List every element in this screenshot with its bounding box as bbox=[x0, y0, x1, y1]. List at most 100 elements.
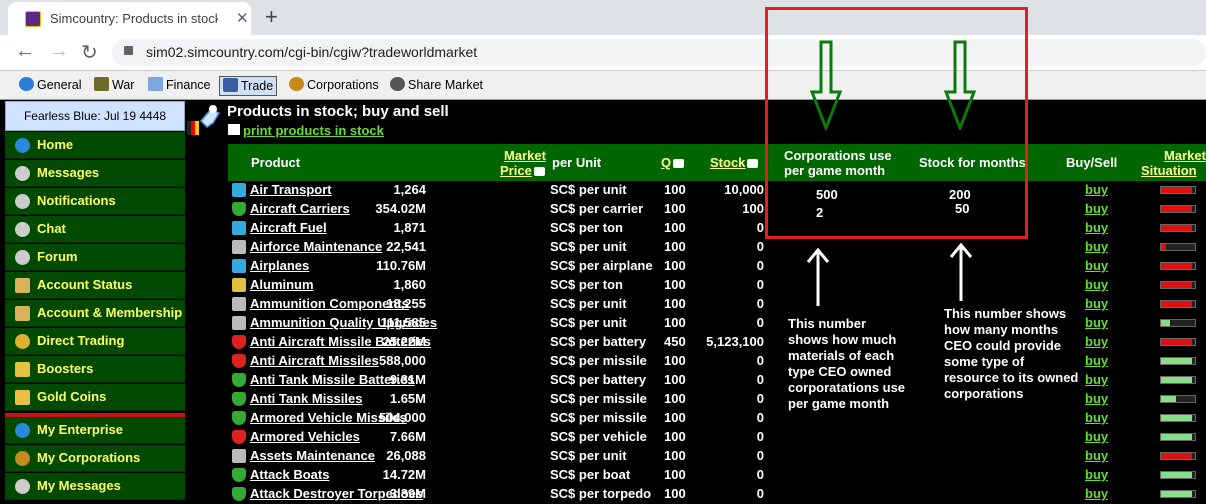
market-situation-bar bbox=[1160, 414, 1196, 422]
sidebar-item-my-enterprise[interactable]: My Enterprise bbox=[5, 417, 185, 444]
globe-icon bbox=[15, 423, 30, 438]
shield-icon bbox=[232, 468, 246, 482]
table-row: Aircraft Fuel 1,871 SC$ per ton 100 0 buy bbox=[228, 219, 1206, 238]
buy-link[interactable]: buy bbox=[1085, 220, 1108, 235]
sidebar-item-label: Account & Membership bbox=[37, 305, 183, 320]
menu-war[interactable]: War bbox=[91, 76, 137, 96]
market-price: 14.72M bbox=[382, 467, 426, 482]
product-name-link[interactable]: Assets Maintenance bbox=[250, 448, 375, 463]
market-situation-fill bbox=[1161, 206, 1192, 212]
sidebar-item-boosters[interactable]: Boosters bbox=[5, 356, 185, 383]
white-up-arrow-icon bbox=[949, 243, 973, 301]
sidebar-item-my-corporations[interactable]: My Corporations bbox=[5, 445, 185, 472]
market-price: 354.02M bbox=[375, 201, 426, 216]
product-name-link[interactable]: Airplanes bbox=[250, 258, 309, 273]
product-name-link[interactable]: Ammunition Components bbox=[250, 296, 409, 311]
buy-link[interactable]: buy bbox=[1085, 372, 1108, 387]
buy-link[interactable]: buy bbox=[1085, 334, 1108, 349]
menu-share-market[interactable]: Share Market bbox=[387, 76, 486, 96]
quality-value: 100 bbox=[664, 353, 686, 368]
close-tab-icon[interactable]: ✕ bbox=[236, 9, 249, 27]
market-price: 1,860 bbox=[393, 277, 426, 292]
forward-arrow-icon[interactable]: → bbox=[49, 40, 69, 63]
trade-logo-icon bbox=[187, 105, 221, 135]
printer-icon bbox=[228, 124, 240, 135]
market-situation-bar bbox=[1160, 262, 1196, 270]
product-name-link[interactable]: Air Transport bbox=[250, 182, 332, 197]
header-market-price-1[interactable]: Market bbox=[504, 148, 546, 163]
game-menubar: General War Finance Trade Corporations S… bbox=[0, 70, 1206, 100]
buy-link[interactable]: buy bbox=[1085, 353, 1108, 368]
url-bar[interactable]: sim02.simcountry.com/cgi-bin/cgiw?tradew… bbox=[112, 39, 1206, 66]
product-name-link[interactable]: Aluminum bbox=[250, 277, 314, 292]
reload-icon[interactable]: ↻ bbox=[81, 40, 98, 65]
table-row: Aluminum 1,860 SC$ per ton 100 0 buy bbox=[228, 276, 1206, 295]
new-tab-icon[interactable]: + bbox=[265, 4, 278, 30]
sidebar-item-gold-coins[interactable]: Gold Coins bbox=[5, 384, 185, 411]
buy-link[interactable]: buy bbox=[1085, 467, 1108, 482]
buy-link[interactable]: buy bbox=[1085, 258, 1108, 273]
table-row: Airforce Maintenance 22,541 SC$ per unit 10… bbox=[228, 238, 1206, 257]
back-arrow-icon[interactable]: ← bbox=[15, 40, 35, 63]
market-situation-fill bbox=[1161, 187, 1192, 193]
product-name-link[interactable]: Anti Tank Missiles bbox=[250, 391, 362, 406]
sidebar-item-messages[interactable]: Messages bbox=[5, 160, 185, 187]
shield-red-icon bbox=[232, 335, 246, 349]
market-price: 3.39M bbox=[389, 486, 426, 501]
gear-icon bbox=[15, 451, 30, 466]
sidebar-item-account-status[interactable]: Account Status bbox=[5, 272, 185, 299]
market-situation-bar bbox=[1160, 433, 1196, 441]
green-down-arrow-icon bbox=[944, 40, 976, 130]
buy-link[interactable]: buy bbox=[1085, 391, 1108, 406]
quality-value: 100 bbox=[664, 429, 686, 444]
buy-link[interactable]: buy bbox=[1085, 429, 1108, 444]
sidebar-item-chat[interactable]: Chat bbox=[5, 216, 185, 243]
buy-link[interactable]: buy bbox=[1085, 201, 1108, 216]
menu-corporations[interactable]: Corporations bbox=[286, 76, 382, 96]
product-name-link[interactable]: Anti Aircraft Missiles bbox=[250, 353, 379, 368]
market-situation-fill bbox=[1161, 396, 1177, 402]
product-name-link[interactable]: Armored Vehicles bbox=[250, 429, 360, 444]
buy-link[interactable]: buy bbox=[1085, 315, 1108, 330]
buy-link[interactable]: buy bbox=[1085, 410, 1108, 425]
menu-trade[interactable]: Trade bbox=[219, 76, 278, 96]
sidebar-item-notifications[interactable]: Notifications bbox=[5, 188, 185, 215]
annotation-line: some type of bbox=[944, 354, 1025, 369]
print-products-link[interactable]: print products in stock bbox=[243, 123, 384, 138]
sidebar-item-forum[interactable]: Forum bbox=[5, 244, 185, 271]
antenna-icon bbox=[15, 194, 30, 209]
product-name-link[interactable]: Airforce Maintenance bbox=[250, 239, 382, 254]
header-market-situation-1[interactable]: Market bbox=[1164, 148, 1206, 163]
buy-link[interactable]: buy bbox=[1085, 486, 1108, 501]
stock-value: 0 bbox=[756, 372, 764, 387]
header-stock[interactable]: Stock bbox=[710, 155, 759, 170]
sidebar-item-home[interactable]: Home bbox=[5, 132, 185, 159]
quality-value: 100 bbox=[664, 258, 686, 273]
market-situation-fill bbox=[1161, 282, 1192, 288]
menu-finance[interactable]: Finance bbox=[145, 76, 213, 96]
address-toolbar: ← → ↻ sim02.simcountry.com/cgi-bin/cgiw?… bbox=[0, 35, 1206, 70]
buy-link[interactable]: buy bbox=[1085, 296, 1108, 311]
product-name-link[interactable]: Attack Boats bbox=[250, 467, 329, 482]
market-price: 588,000 bbox=[379, 353, 426, 368]
market-situation-fill bbox=[1161, 377, 1192, 383]
market-price: 9.31M bbox=[389, 372, 426, 387]
buy-link[interactable]: buy bbox=[1085, 182, 1108, 197]
header-q[interactable]: Q bbox=[661, 155, 685, 170]
header-market-price-2[interactable]: Price bbox=[500, 163, 545, 178]
price-unit: SC$ per vehicle bbox=[550, 429, 647, 444]
header-market-situation-2[interactable]: Situation bbox=[1141, 163, 1197, 178]
sidebar-item-account-membership[interactable]: Account & Membership bbox=[5, 300, 185, 327]
product-name-link[interactable]: Aircraft Fuel bbox=[250, 220, 327, 235]
buy-link[interactable]: buy bbox=[1085, 448, 1108, 463]
header-stock-text: Stock bbox=[710, 155, 746, 170]
quality-value: 100 bbox=[664, 277, 686, 292]
browser-tab[interactable]: Simcountry: Products in stock; bu ✕ bbox=[8, 2, 251, 35]
menu-general[interactable]: General bbox=[16, 76, 84, 96]
sidebar-item-direct-trading[interactable]: Direct Trading bbox=[5, 328, 185, 355]
sidebar-item-my-messages[interactable]: My Messages bbox=[5, 473, 185, 500]
sort-icon bbox=[533, 167, 545, 176]
buy-link[interactable]: buy bbox=[1085, 239, 1108, 254]
product-name-link[interactable]: Aircraft Carriers bbox=[250, 201, 350, 216]
buy-link[interactable]: buy bbox=[1085, 277, 1108, 292]
